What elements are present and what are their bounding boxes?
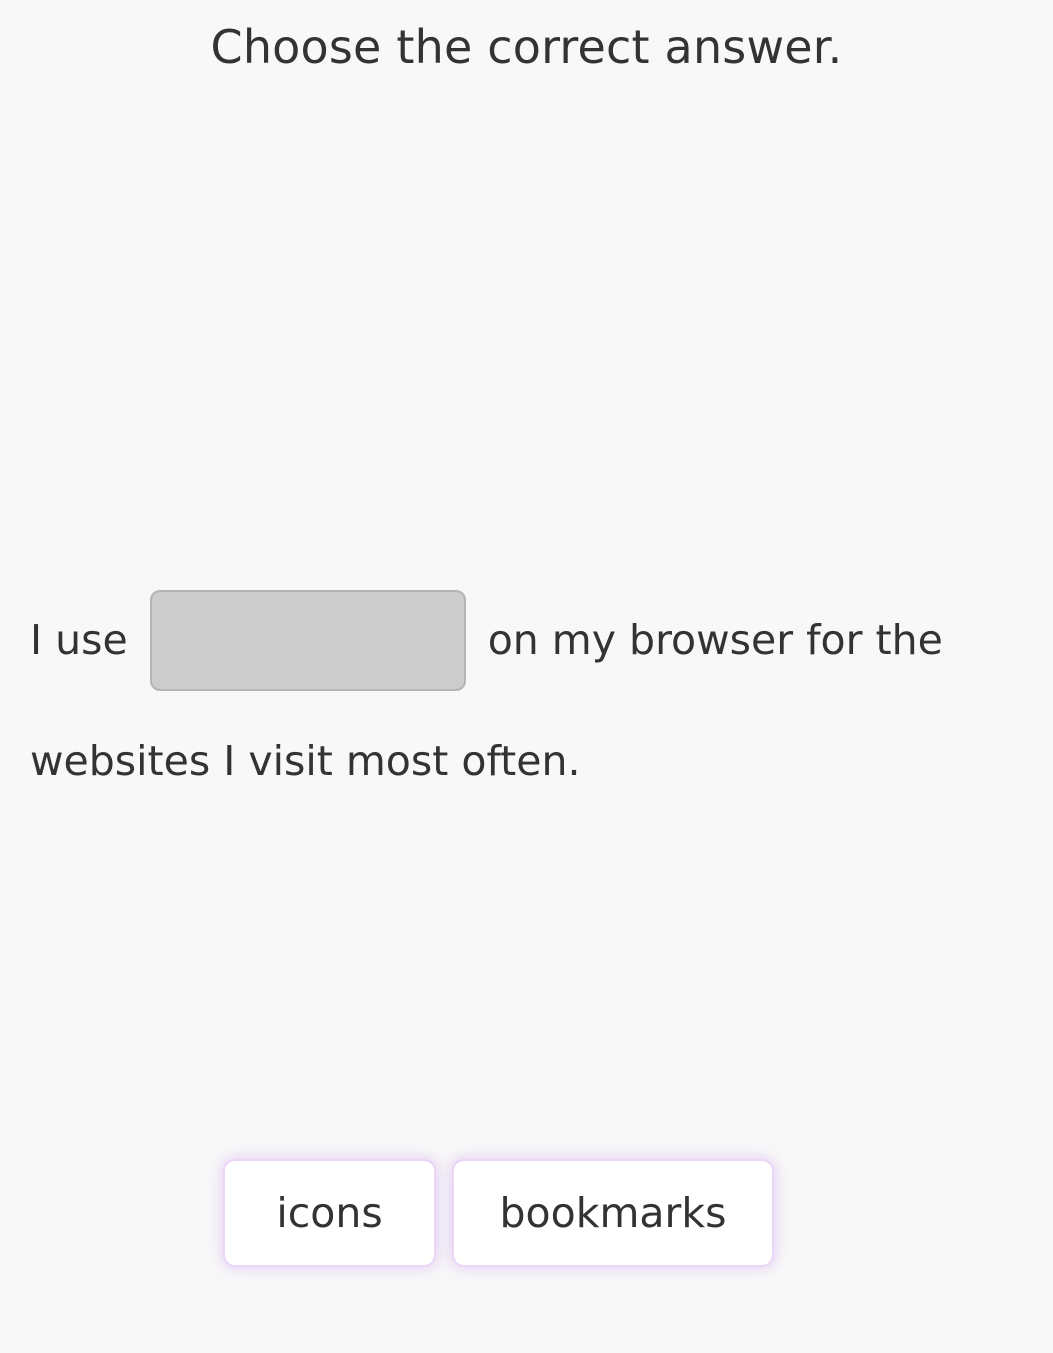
sentence-line-2: websites I visit most often.: [30, 737, 581, 785]
sentence-text-after-blank: on my browser for the: [487, 616, 943, 664]
answer-options: icons bookmarks: [0, 1161, 1053, 1265]
answer-blank-slot[interactable]: [149, 589, 466, 691]
option-bookmarks-button[interactable]: bookmarks: [454, 1161, 772, 1265]
instruction-heading: Choose the correct answer.: [210, 20, 843, 74]
option-icons-button[interactable]: icons: [225, 1161, 434, 1265]
sentence-line-1: I use on my browser for the: [30, 588, 943, 692]
sentence-text-before-blank: I use: [30, 616, 128, 664]
